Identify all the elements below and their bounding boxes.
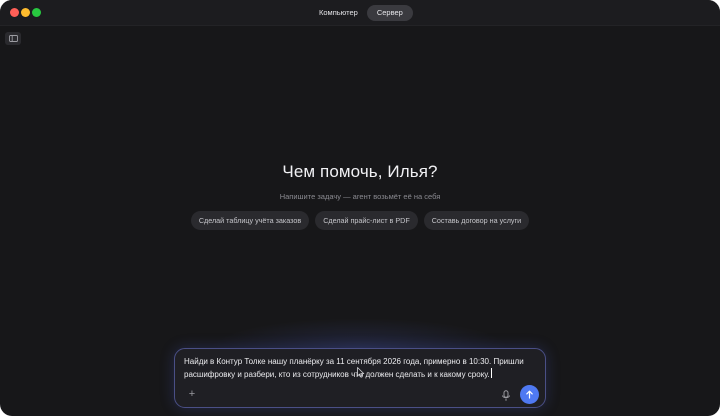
send-button[interactable] (520, 385, 539, 404)
suggestion-contract[interactable]: Составь договор на услуги (423, 211, 530, 230)
tab-server[interactable]: Сервер (366, 5, 413, 21)
prompt-composer[interactable]: Найди в Контур Толке нашу планёрку за 11… (174, 348, 546, 408)
sidebar-toggle-icon (8, 35, 18, 42)
welcome-section: Чем помочь, Илья? Напишите задачу — аген… (0, 162, 720, 201)
text-caret (490, 368, 492, 378)
title-bar: Компьютер Сервер (0, 0, 720, 26)
microphone-button[interactable] (501, 389, 511, 401)
suggestion-price-list[interactable]: Сделай прайс-лист в PDF (315, 211, 418, 230)
arrow-up-icon (526, 390, 533, 399)
page-title: Чем помочь, Илья? (282, 162, 438, 181)
microphone-icon (502, 390, 510, 401)
app-window: Компьютер Сервер Чем помочь, Илья? Напиш… (0, 0, 720, 416)
suggestion-chips: Сделай таблицу учёта заказов Сделай прай… (0, 211, 720, 230)
sidebar-toggle-button[interactable] (5, 32, 21, 45)
mode-switcher: Компьютер Сервер (313, 5, 413, 21)
maximize-window-button[interactable] (32, 8, 41, 17)
page-subtitle: Напишите задачу — агент возьмёт её на се… (279, 192, 441, 201)
minimize-window-button[interactable] (21, 8, 30, 17)
add-attachment-button[interactable]: + (186, 387, 198, 401)
close-window-button[interactable] (10, 8, 19, 17)
prompt-text: Найди в Контур Толке нашу планёрку за 11… (184, 357, 524, 379)
mouse-pointer-icon (357, 367, 365, 378)
suggestion-orders-table[interactable]: Сделай таблицу учёта заказов (190, 211, 310, 230)
tab-computer[interactable]: Компьютер (313, 5, 364, 21)
